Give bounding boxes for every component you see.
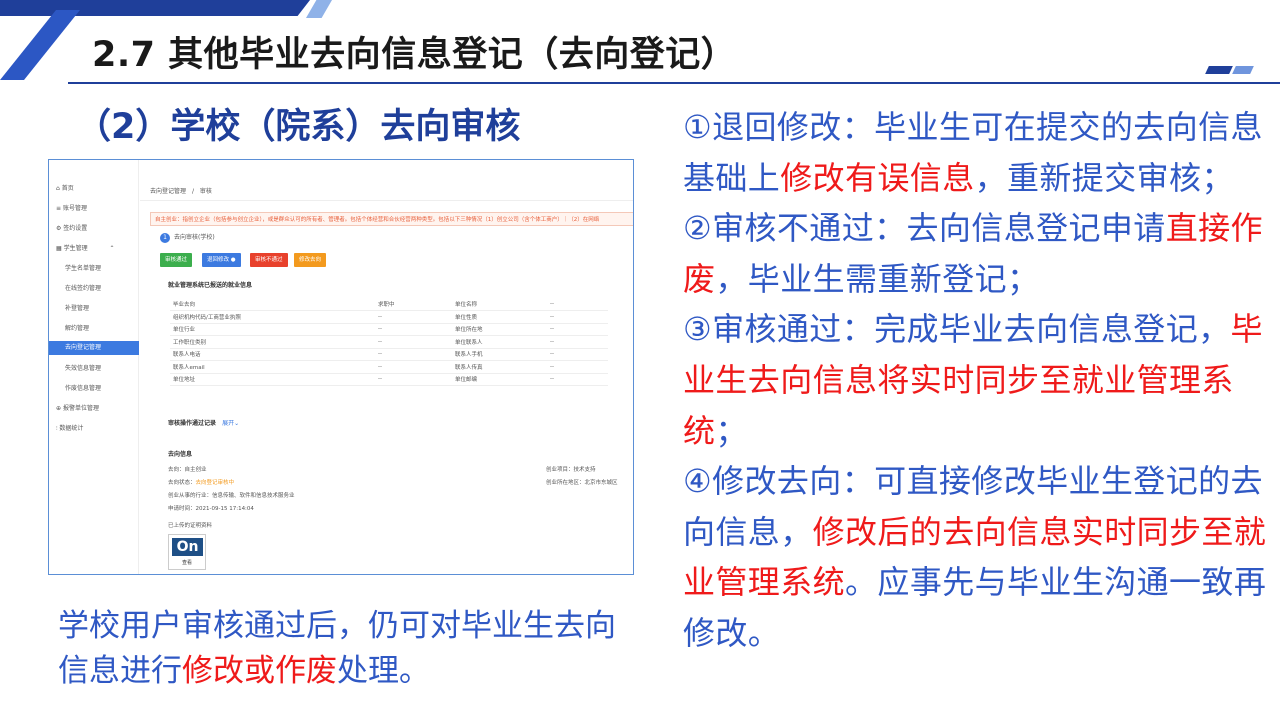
sidebar-item-sign-settings[interactable]: ⚙ 签约设置 [56,222,87,236]
sidebar-item-supplement[interactable]: 补登管理 [65,302,89,316]
apply-time: 申请时间：2021-09-15 17:14:04 [168,506,254,512]
table-cell: -- [375,373,452,386]
table-cell: 毕业去向 [170,298,375,311]
table-cell: 单位邮编 [452,373,547,386]
table-cell: 组织机构代码/工商营业执照 [170,310,375,324]
destination-title: 去向信息 [168,451,193,458]
table-row: 单位地址 -- 单位邮编 -- [170,373,608,386]
embedded-screenshot: ⌂ 首页 ≡ 账号管理 ⚙ 签约设置 ▦ 学生管理 ⌃ 学生名单管理 在线签约管… [48,159,634,575]
sidebar-item-home[interactable]: ⌂ 首页 [56,182,74,196]
status-badge: 去向登记审核中 [195,480,235,486]
document-logo-icon: On [172,538,203,556]
sidebar-item-alert-units[interactable]: ⊕ 报警单位管理 [56,402,99,416]
sidebar-item-voided[interactable]: 作废信息管理 [65,382,101,396]
note-approve: ③审核通过：完成毕业去向信息登记，毕业生去向信息将实时同步至就业管理系统； [683,310,1263,450]
table-cell: -- [547,335,608,349]
sidebar-item-cancel-contract[interactable]: 解约管理 [65,322,89,336]
table-cell: -- [375,348,452,361]
table-cell: -- [375,360,452,374]
breadcrumb-parent[interactable]: 去向登记管理 [150,188,186,195]
return-button[interactable]: 退回修改 ● [202,253,241,267]
table-cell: -- [547,373,608,386]
sidebar-item-student[interactable]: ▦ 学生管理 ⌃ [56,242,115,256]
note-reject: ②审核不通过：去向信息登记申请直接作废，毕业生需重新登记； [683,209,1263,298]
approve-button[interactable]: 审核通过 [160,253,193,267]
table-row: 工作职位类别 -- 单位联系人 -- [170,335,608,349]
modify-button[interactable]: 修改去向 [294,253,327,267]
audit-log-title: 审核操作通过记录 展开⌄ [168,420,240,427]
table-cell: -- [375,310,452,324]
info-alert: 自主创业：指创立企业（包括参与创立企业），或是群众认可的所有者、管理者。包括个体… [150,212,633,226]
table-cell: 单位所在地 [452,323,547,336]
employment-table: 毕业去向 求职中 单位名称 -- 组织机构代码/工商营业执照 -- 单位性质 -- 单位行业 --… [170,298,608,386]
sidebar: ⌂ 首页 ≡ 账号管理 ⚙ 签约设置 ▦ 学生管理 ⌃ 学生名单管理 在线签约管… [49,160,139,574]
table-cell: -- [375,335,452,349]
table-row: 单位行业 -- 单位所在地 -- [170,323,608,336]
employment-title: 就业管理系统已报送的就业信息 [168,282,253,289]
table-cell: 工作职位类别 [170,335,375,349]
table-cell: 联系人email [170,360,375,374]
breadcrumb: 去向登记管理 / 审核 [150,188,212,195]
table-cell: 单位联系人 [452,335,547,349]
breadcrumb-current: 审核 [199,188,212,195]
header-decoration-accent [306,0,332,18]
certificate-view-link[interactable]: 查看 [169,559,205,566]
table-cell: 联系人传真 [452,360,547,374]
table-cell: 联系人手机 [452,348,547,361]
startup-project: 创业项目：技术支持 [546,467,596,473]
corner-mark-dark [1205,66,1233,74]
table-cell: 求职中 [375,298,452,311]
table-cell: 联系人电话 [170,348,375,361]
startup-region: 创业所在地区：北京市东城区 [546,480,618,486]
reject-button[interactable]: 审核不通过 [250,253,288,267]
divider [140,200,633,201]
note-return: ①退回修改：毕业生可在提交的去向信息基础上修改有误信息，重新提交审核； [683,108,1263,197]
section-subtitle: （2）学校（院系）去向审核 [76,107,521,147]
table-cell: -- [547,298,608,311]
info-icon: ● [230,257,236,263]
table-cell: 单位行业 [170,323,375,336]
title-underline [68,82,1280,84]
certificate-thumbnail[interactable]: On 查看 [168,534,206,570]
table-row: 联系人email -- 联系人传真 -- [170,360,608,374]
slide-title: 2.7 其他毕业去向信息登记（去向登记） [92,35,737,75]
sidebar-item-online-sign[interactable]: 在线签约管理 [65,282,101,296]
step-number: 1 [160,233,170,243]
note-modify: ④修改去向：可直接修改毕业生登记的去向信息，修改后的去向信息实时同步至就业管理系… [683,462,1267,652]
table-cell: -- [547,348,608,361]
table-cell: -- [547,323,608,336]
table-row: 联系人电话 -- 联系人手机 -- [170,348,608,361]
sidebar-item-invalid[interactable]: 失效信息管理 [65,362,101,376]
uploaded-label: 已上传的证明资料 [168,523,213,529]
table-row: 组织机构代码/工商营业执照 -- 单位性质 -- [170,310,608,324]
sidebar-item-destination[interactable]: 去向登记管理 [49,341,139,355]
table-cell: 单位地址 [170,373,375,386]
table-cell: -- [547,310,608,324]
chevron-up-icon: ⌃ [109,245,115,252]
sidebar-item-account[interactable]: ≡ 账号管理 [56,202,87,216]
table-cell: -- [375,323,452,336]
expand-link[interactable]: 展开⌄ [222,420,239,427]
main-panel: 去向登记管理 / 审核 自主创业：指创立企业（包括参与创立企业），或是群众认可的… [140,160,633,574]
sidebar-item-statistics[interactable]: ⫶ 数据统计 [56,422,83,436]
table-cell: 单位性质 [452,310,547,324]
destination-industry: 创业从事的行业：信息传输、软件和信息技术服务业 [168,493,295,499]
destination-status: 去向状态：去向登记审核中 [168,480,235,486]
corner-mark-light [1232,66,1254,74]
notes: ①退回修改：毕业生可在提交的去向信息基础上修改有误信息，重新提交审核； ②审核不… [683,102,1275,659]
destination-type: 去向：自主创业 [168,467,207,473]
sidebar-item-student-list[interactable]: 学生名单管理 [65,262,101,276]
table-cell: -- [547,360,608,374]
step-label: 去向审核(学校) [174,234,215,241]
header-decoration-bar [0,0,310,16]
table-row: 毕业去向 求职中 单位名称 -- [170,298,608,311]
table-cell: 单位名称 [452,298,547,311]
header-decoration-stripe [0,10,80,80]
caption-text: 学校用户审核通过后，仍可对毕业生去向信息进行修改或作废处理。 [58,608,616,689]
